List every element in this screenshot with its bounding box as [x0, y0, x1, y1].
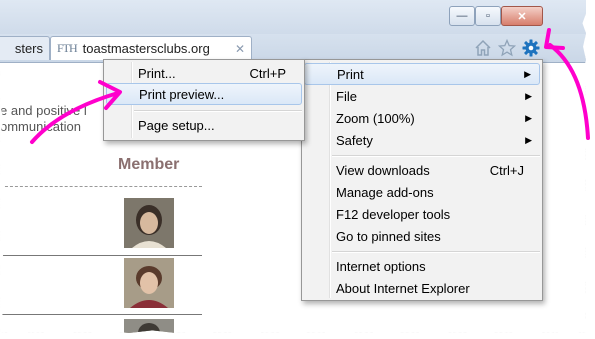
- menu-item-safety[interactable]: Safety ▶: [304, 129, 540, 151]
- menu-item-label: Print: [337, 66, 364, 82]
- submenu-arrow-icon: ▶: [525, 90, 532, 101]
- menu-item-print-preview[interactable]: Print preview...: [106, 83, 302, 105]
- menu-separator: [332, 155, 540, 157]
- menu-item-print-dialog[interactable]: Print... Ctrl+P: [106, 62, 302, 84]
- member-photo[interactable]: [124, 258, 174, 308]
- title-bar: — ▫ ✕: [0, 0, 586, 34]
- menu-item-developer-tools[interactable]: F12 developer tools: [304, 203, 540, 225]
- submenu-arrow-icon: ▶: [525, 112, 532, 123]
- menu-item-shortcut: Ctrl+P: [249, 65, 286, 81]
- tools-menu: Print ▶ File ▶ Zoom (100%) ▶ Safety ▶ Vi…: [301, 59, 543, 301]
- menu-item-label: File: [336, 88, 357, 104]
- menu-item-label: About Internet Explorer: [336, 280, 470, 296]
- page-text-line: ommunication: [0, 119, 81, 134]
- member-heading: Member: [118, 156, 180, 173]
- menu-item-print[interactable]: Print ▶: [304, 63, 540, 85]
- divider: [0, 186, 202, 187]
- menu-item-label: Safety: [336, 132, 373, 148]
- menu-item-pinned-sites[interactable]: Go to pinned sites: [304, 225, 540, 247]
- submenu-arrow-icon: ▶: [525, 134, 532, 145]
- menu-separator: [134, 110, 302, 112]
- site-favicon-icon: FTH: [57, 41, 78, 55]
- gear-icon[interactable]: [521, 38, 541, 58]
- divider: [0, 314, 202, 315]
- close-button[interactable]: ✕: [501, 6, 543, 26]
- menu-item-label: Zoom (100%): [336, 110, 415, 126]
- menu-item-label: Manage add-ons: [336, 184, 434, 200]
- menu-item-label: Print preview...: [139, 86, 225, 102]
- tab-previous[interactable]: sters: [0, 36, 50, 60]
- tab-active[interactable]: FTH toastmastersclubs.org ✕: [50, 36, 252, 60]
- menu-item-label: Go to pinned sites: [336, 228, 441, 244]
- menu-item-view-downloads[interactable]: View downloads Ctrl+J: [304, 159, 540, 181]
- star-icon[interactable]: [497, 38, 517, 58]
- menu-item-label: View downloads: [336, 162, 430, 178]
- menu-item-about[interactable]: About Internet Explorer: [304, 277, 540, 299]
- page-text-line: e and positive l: [0, 103, 87, 118]
- menu-item-zoom[interactable]: Zoom (100%) ▶: [304, 107, 540, 129]
- menu-item-label: Internet options: [336, 258, 426, 274]
- menu-separator: [332, 251, 540, 253]
- menu-item-internet-options[interactable]: Internet options: [304, 255, 540, 277]
- member-photo[interactable]: [124, 198, 174, 248]
- menu-item-shortcut: Ctrl+J: [489, 162, 524, 178]
- divider: [0, 255, 202, 256]
- print-submenu: Print... Ctrl+P Print preview... Page se…: [103, 59, 305, 141]
- minimize-button[interactable]: —: [449, 6, 475, 26]
- tab-close-icon[interactable]: ✕: [235, 42, 245, 56]
- menu-item-label: F12 developer tools: [336, 206, 451, 222]
- menu-item-page-setup[interactable]: Page setup...: [106, 114, 302, 136]
- menu-item-label: Print...: [138, 65, 176, 81]
- menu-item-file[interactable]: File ▶: [304, 85, 540, 107]
- tab-label: sters: [14, 41, 43, 56]
- menu-item-label: Page setup...: [138, 117, 215, 133]
- browser-window: — ▫ ✕ sters FTH toastmastersclubs.org ✕: [0, 0, 586, 333]
- member-photo[interactable]: [124, 319, 174, 333]
- home-icon[interactable]: [473, 38, 493, 58]
- submenu-arrow-icon: ▶: [524, 68, 531, 79]
- maximize-button[interactable]: ▫: [475, 6, 501, 26]
- menu-item-manage-add-ons[interactable]: Manage add-ons: [304, 181, 540, 203]
- tab-label: toastmastersclubs.org: [82, 41, 210, 56]
